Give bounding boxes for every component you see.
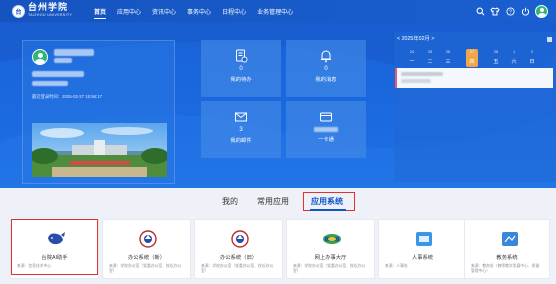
- card-label: 一卡通: [318, 137, 334, 143]
- todo-label: 我的待办: [230, 77, 252, 83]
- app-desc: 来源：学校办公室（党委办公室、校长办公室）: [293, 264, 366, 274]
- search-icon[interactable]: [474, 4, 486, 18]
- calendar-widget: < 2025年02月 > 24 一 25 二 26 三 27 四 28 五 1 六 2 日: [394, 32, 556, 182]
- todo-count: 0: [239, 66, 243, 72]
- logo-name-en: TAIZHOU UNIVERSITY: [28, 13, 73, 18]
- mail-icon: [235, 112, 247, 122]
- calendar-date-num: 24: [409, 50, 415, 54]
- app-name: 教务系统: [496, 255, 518, 261]
- nav-news-center[interactable]: 资讯中心: [152, 0, 176, 22]
- help-icon[interactable]: ?: [504, 4, 516, 18]
- app-desc: 来源：学校办公室（党委办公室、校长办公室）: [109, 264, 182, 274]
- app-desc: 来源：教务处（教师教学发展中心、质量管理中心）: [471, 264, 540, 274]
- ai-assistant-highlight-box: [11, 219, 98, 275]
- calendar-weekday[interactable]: 五: [490, 58, 502, 65]
- card-balance-redacted: [314, 127, 338, 132]
- profile-id-redacted: [54, 58, 72, 63]
- last-login-info: 最近登录时间：2025-02-27 15:56:17: [32, 94, 102, 100]
- calendar-weekday[interactable]: 一: [406, 58, 418, 65]
- bell-icon: [321, 50, 331, 63]
- nav-business-center[interactable]: 业务管理中心: [257, 0, 293, 22]
- hall-icon: [323, 234, 341, 244]
- app-desc: 来源：人事处: [385, 264, 408, 268]
- calendar-weekday[interactable]: 二: [424, 58, 436, 65]
- app-name: 办公系统（新）: [127, 255, 166, 261]
- nav-affairs-center[interactable]: 事务中心: [187, 0, 211, 22]
- messages-count: 0: [324, 66, 328, 72]
- calendar-weekday[interactable]: 四: [466, 58, 478, 65]
- calendar-date-num: 28: [493, 50, 499, 54]
- logo-name-cn: 台州学院: [28, 3, 69, 14]
- tile-my-messages[interactable]: 0 我的消息: [286, 40, 366, 97]
- tile-campus-card[interactable]: 一卡通: [286, 101, 366, 158]
- messages-label: 我的消息: [315, 77, 337, 83]
- app-desc: 来源：学校办公室（党委办公室、校长办公室）: [201, 264, 274, 274]
- university-logo[interactable]: 台 台州学院 TAIZHOU UNIVERSITY: [12, 4, 82, 18]
- todo-doc-icon: [236, 49, 248, 63]
- app-card-hr-system[interactable]: 人事系统 来源：人事处: [378, 219, 467, 279]
- event-time-redacted: [401, 79, 431, 83]
- calendar-month[interactable]: < 2025年02月 >: [397, 34, 434, 42]
- nav-app-center[interactable]: 应用中心: [117, 0, 141, 22]
- last-login-label: 最近登录时间：: [32, 94, 63, 99]
- calendar-expand-icon[interactable]: [547, 37, 552, 42]
- university-seal-icon: 台: [12, 4, 25, 18]
- calendar-weekday[interactable]: 三: [442, 58, 454, 65]
- seal-icon: [139, 230, 157, 248]
- event-title-redacted: [401, 72, 443, 76]
- calendar-date-num: 1: [512, 50, 516, 54]
- calendar-date-num: 2: [530, 50, 534, 54]
- app-card-office-old[interactable]: 办公系统（旧） 来源：学校办公室（党委办公室、校长办公室）: [194, 219, 283, 279]
- tab-mine[interactable]: 我的: [222, 196, 238, 207]
- profile-name-redacted: [54, 49, 94, 56]
- app-card-academic-system[interactable]: 教务系统 来源：教务处（教师教学发展中心、质量管理中心）: [464, 219, 550, 279]
- app-card-service-hall[interactable]: 网上办事大厅 来源：学校办公室（党委办公室、校长办公室）: [286, 219, 375, 279]
- profile-dept-redacted: [32, 71, 84, 77]
- profile-card: 最近登录时间：2025-02-27 15:56:17: [22, 40, 175, 184]
- calendar-date-num: 27: [469, 50, 475, 54]
- tile-my-mail[interactable]: 3 我的邮件: [201, 101, 281, 158]
- profile-avatar[interactable]: [32, 49, 48, 65]
- mail-count: 3: [239, 127, 243, 133]
- svg-text:?: ?: [509, 9, 512, 15]
- app-name: 网上办事大厅: [314, 255, 347, 261]
- dashboard-hero: 最近登录时间：2025-02-27 15:56:17 0 我的待办 0 我的消息…: [0, 22, 556, 188]
- profile-role-redacted: [32, 81, 68, 86]
- calendar-event-item[interactable]: [395, 68, 553, 88]
- calendar-date-num: 26: [445, 50, 451, 54]
- app-name: 人事系统: [411, 255, 434, 261]
- academic-icon: [502, 232, 518, 246]
- tile-my-todo[interactable]: 0 我的待办: [201, 40, 281, 97]
- app-tabs: 我的 常用应用 应用系统: [0, 191, 556, 213]
- app-card-office-new[interactable]: 办公系统（新） 来源：学校办公室（党委办公室、校长办公室）: [102, 219, 191, 279]
- app-name: 办公系统（旧）: [219, 255, 258, 261]
- last-login-time: 2025-02-27 15:56:17: [62, 94, 102, 99]
- nav-schedule-center[interactable]: 日程中心: [222, 0, 246, 22]
- calendar-date-num: 25: [427, 50, 433, 54]
- seal-icon: [231, 230, 249, 248]
- mail-label: 我的邮件: [230, 138, 252, 144]
- nav-home[interactable]: 首页: [94, 0, 107, 22]
- shirt-icon[interactable]: [489, 4, 501, 18]
- tab-common-apps[interactable]: 常用应用: [257, 196, 289, 207]
- card-icon: [320, 112, 332, 122]
- user-avatar[interactable]: [535, 4, 548, 18]
- top-navbar: 台 台州学院 TAIZHOU UNIVERSITY 首页 应用中心 资讯中心 事…: [0, 0, 556, 22]
- campus-photo: [32, 123, 167, 177]
- tab-active-underline: [310, 209, 346, 211]
- main-nav: 首页 应用中心 资讯中心 事务中心 日程中心 业务管理中心: [94, 0, 304, 22]
- calendar-weekday[interactable]: 日: [526, 58, 538, 65]
- calendar-weekday[interactable]: 六: [508, 58, 520, 65]
- power-icon[interactable]: [519, 4, 531, 18]
- hr-icon: [416, 232, 432, 246]
